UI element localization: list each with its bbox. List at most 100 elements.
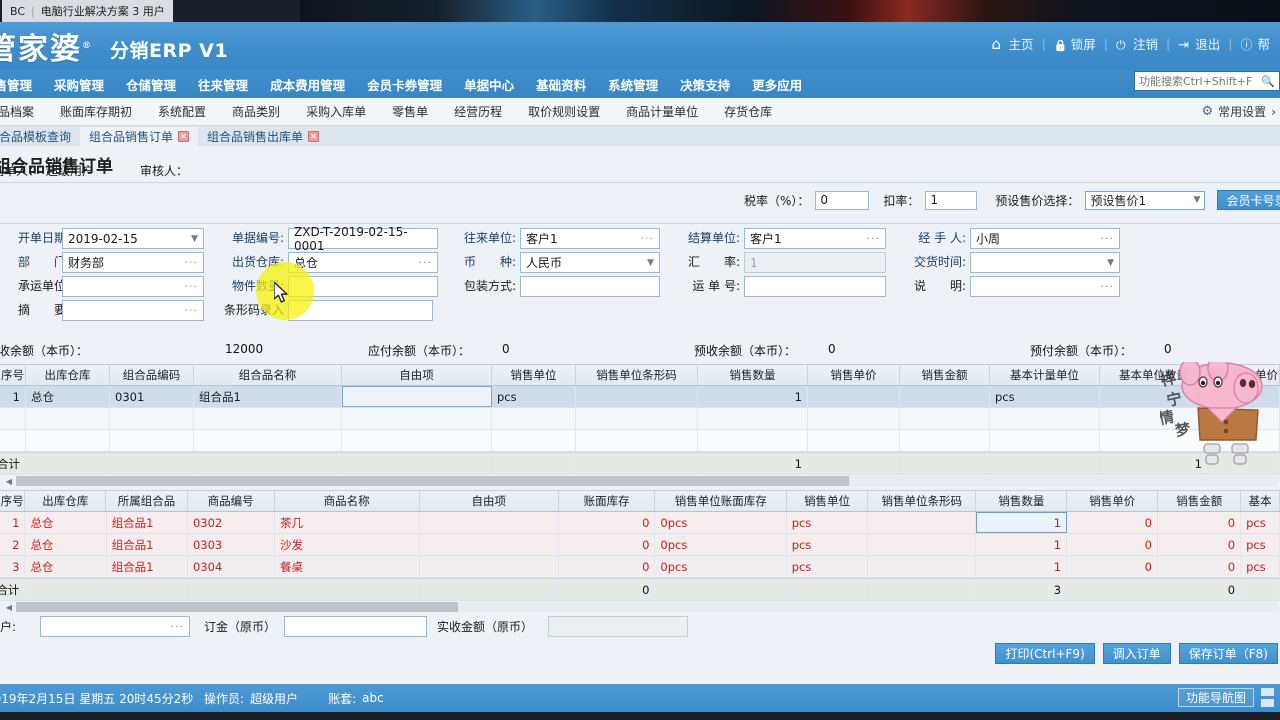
- table-row[interactable]: [0, 408, 1280, 430]
- cell-r0-c3[interactable]: 0302: [188, 512, 275, 533]
- cell-r2-c2[interactable]: [110, 430, 194, 451]
- main-nav-item-10[interactable]: 更多应用: [741, 75, 813, 94]
- column-header-9[interactable]: 销售单位条形码: [868, 491, 976, 511]
- cell-r1-c5[interactable]: [492, 408, 576, 429]
- cell-r2-c12[interactable]: 0: [1158, 556, 1241, 577]
- cell-r0-c7[interactable]: 0pcs: [655, 512, 786, 533]
- sub-nav-item-8[interactable]: 商品计量单位: [613, 103, 711, 120]
- cell-r1-c1[interactable]: [26, 408, 110, 429]
- search-icon[interactable]: 🔍: [1261, 75, 1275, 88]
- cell-r1-c11[interactable]: [1100, 408, 1208, 429]
- cell-r1-c6[interactable]: [576, 408, 698, 429]
- cell-r0-c2[interactable]: 组合品1: [107, 512, 188, 533]
- ellipsis-icon[interactable]: ···: [185, 280, 199, 293]
- column-header-11[interactable]: 基本单位数量: [1100, 365, 1208, 385]
- action-button-1[interactable]: 调入订单: [1103, 643, 1171, 664]
- cell-r0-c0[interactable]: 1: [0, 512, 25, 533]
- cell-r1-c8[interactable]: pcs: [787, 534, 868, 555]
- cell-r2-c4[interactable]: 餐桌: [275, 556, 420, 577]
- column-header-3[interactable]: 组合品名称: [194, 365, 342, 385]
- cell-r2-c3[interactable]: [194, 430, 342, 451]
- cell-r0-c4[interactable]: [342, 386, 492, 407]
- column-header-2[interactable]: 组合品编码: [110, 365, 194, 385]
- cell-r0-c10[interactable]: 1: [976, 512, 1067, 533]
- column-header-0[interactable]: 序号: [0, 365, 26, 385]
- docno-field[interactable]: ZXD-T-2019-02-15-0001: [288, 228, 438, 249]
- column-header-2[interactable]: 所属组合品: [106, 491, 187, 511]
- header-link-logout[interactable]: 注销: [1108, 34, 1166, 53]
- column-header-4[interactable]: 自由项: [342, 365, 492, 385]
- main-nav-item-8[interactable]: 系统管理: [597, 75, 669, 94]
- main-nav-item-7[interactable]: 基础资料: [525, 75, 597, 94]
- function-search[interactable]: 🔍: [1134, 71, 1280, 91]
- cell-r2-c9[interactable]: [900, 430, 990, 451]
- member-card-entry-button[interactable]: 会员卡号录入: [1217, 190, 1280, 210]
- cell-r1-c3[interactable]: [194, 408, 342, 429]
- cell-r1-c13[interactable]: pcs: [1241, 534, 1280, 555]
- ellipsis-icon[interactable]: ···: [185, 304, 199, 317]
- column-header-11[interactable]: 销售单价: [1067, 491, 1158, 511]
- component-grid-hscrollbar[interactable]: ◀: [0, 600, 1280, 613]
- main-nav-item-2[interactable]: 仓储管理: [115, 75, 187, 94]
- cell-r1-c2[interactable]: [110, 408, 194, 429]
- header-link-lock[interactable]: 锁屏: [1046, 34, 1104, 53]
- delivery-field[interactable]: ▼: [970, 252, 1120, 273]
- cell-r2-c8[interactable]: pcs: [787, 556, 868, 577]
- cell-r1-c7[interactable]: [698, 408, 808, 429]
- main-nav-item-0[interactable]: 销售管理: [0, 75, 43, 94]
- cell-r2-c5[interactable]: [492, 430, 576, 451]
- cell-r1-c5[interactable]: [420, 534, 559, 555]
- combo-grid-hscrollbar[interactable]: ◀: [0, 474, 1280, 487]
- cell-r2-c8[interactable]: [808, 430, 900, 451]
- cell-r0-c10[interactable]: pcs: [990, 386, 1100, 407]
- cell-r0-c7[interactable]: 1: [698, 386, 808, 407]
- warehouse-field[interactable]: 总仓 ···: [288, 252, 438, 273]
- scroll-thumb[interactable]: [16, 602, 458, 612]
- deposit-field[interactable]: [284, 616, 427, 637]
- cell-r0-c1[interactable]: 总仓: [25, 512, 106, 533]
- column-header-5[interactable]: 自由项: [420, 491, 559, 511]
- table-row[interactable]: 2总仓组合品10303沙发00pcspcs100pcs: [0, 534, 1280, 556]
- cell-r1-c0[interactable]: 2: [0, 534, 25, 555]
- preset-price-select[interactable]: 预设售价1 ▼: [1085, 191, 1205, 210]
- sub-nav-item-6[interactable]: 经营历程: [441, 103, 515, 120]
- cell-r0-c5[interactable]: pcs: [492, 386, 576, 407]
- ellipsis-icon[interactable]: ···: [171, 620, 185, 633]
- cell-r2-c10[interactable]: 1: [976, 556, 1067, 577]
- sub-nav-item-2[interactable]: 系统配置: [145, 103, 219, 120]
- column-header-7[interactable]: 销售数量: [698, 365, 808, 385]
- cell-r1-c10[interactable]: 1: [976, 534, 1067, 555]
- close-icon[interactable]: ✕: [308, 131, 319, 142]
- cell-r1-c9[interactable]: [868, 534, 976, 555]
- cell-r2-c12[interactable]: [1208, 430, 1280, 451]
- cell-r1-c9[interactable]: [900, 408, 990, 429]
- cell-r0-c9[interactable]: [868, 512, 976, 533]
- sub-nav-item-5[interactable]: 零售单: [379, 103, 441, 120]
- remark-field[interactable]: ···: [970, 276, 1120, 297]
- column-header-5[interactable]: 销售单位: [492, 365, 576, 385]
- ellipsis-icon[interactable]: ···: [419, 256, 433, 269]
- cell-r1-c6[interactable]: 0: [559, 534, 656, 555]
- partner-field[interactable]: 客户1 ···: [520, 228, 660, 249]
- summary-field[interactable]: ···: [62, 300, 204, 321]
- discount-input[interactable]: [925, 191, 977, 210]
- column-header-1[interactable]: 出库仓库: [25, 491, 106, 511]
- cell-r0-c1[interactable]: 总仓: [26, 386, 110, 407]
- pieces-field[interactable]: [288, 276, 438, 297]
- cell-r0-c12[interactable]: [1208, 386, 1280, 407]
- cell-r0-c11[interactable]: 0: [1067, 512, 1158, 533]
- cell-r2-c0[interactable]: 3: [0, 556, 25, 577]
- cell-r2-c5[interactable]: [420, 556, 559, 577]
- column-header-10[interactable]: 销售数量: [976, 491, 1067, 511]
- cell-r1-c4[interactable]: [342, 408, 492, 429]
- ellipsis-icon[interactable]: ···: [185, 256, 199, 269]
- ellipsis-icon[interactable]: ···: [1101, 232, 1115, 245]
- cell-r2-c1[interactable]: [26, 430, 110, 451]
- cell-r0-c0[interactable]: 1: [0, 386, 26, 407]
- settings-more-icon[interactable]: ›: [1271, 105, 1276, 119]
- main-nav-item-9[interactable]: 决策支持: [669, 75, 741, 94]
- column-header-9[interactable]: 销售金额: [900, 365, 990, 385]
- cell-r0-c3[interactable]: 组合品1: [194, 386, 342, 407]
- search-input[interactable]: [1139, 75, 1261, 88]
- table-row[interactable]: 1总仓0301组合品1pcs1pcs1: [0, 386, 1280, 408]
